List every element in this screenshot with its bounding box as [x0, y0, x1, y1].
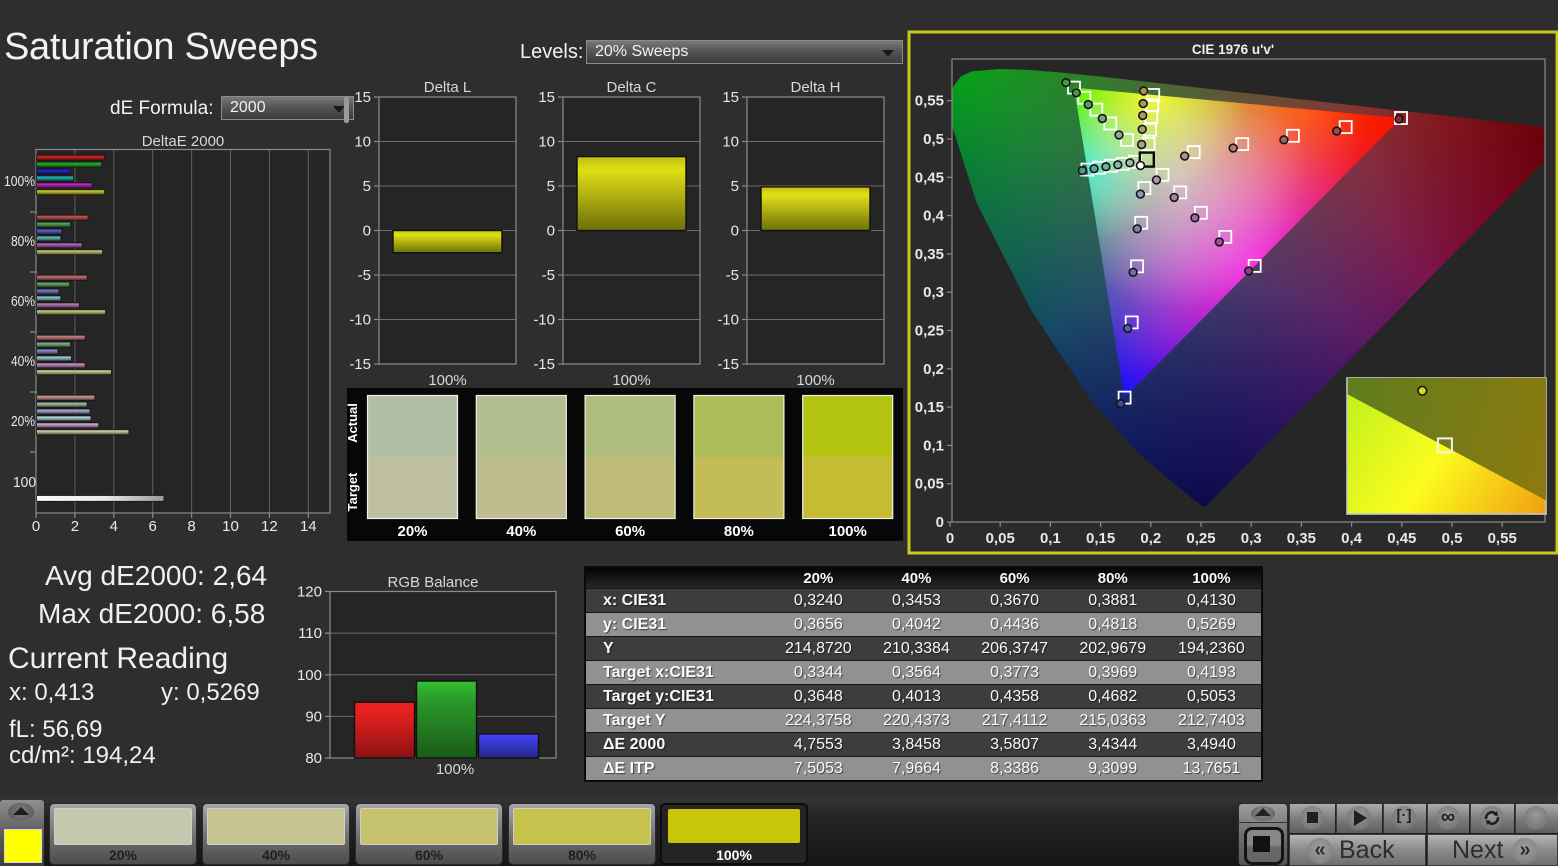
svg-text:0,5: 0,5 — [923, 131, 944, 148]
svg-text:0,5: 0,5 — [1442, 530, 1463, 547]
svg-text:0,35: 0,35 — [1287, 530, 1316, 547]
svg-text:0,05: 0,05 — [986, 530, 1015, 547]
svg-text:0,4: 0,4 — [1341, 530, 1363, 547]
svg-text:0,35: 0,35 — [915, 246, 944, 263]
svg-text:0,25: 0,25 — [915, 323, 944, 340]
svg-text:0,2: 0,2 — [923, 361, 944, 378]
svg-text:0,55: 0,55 — [1488, 530, 1517, 547]
svg-text:0,4: 0,4 — [923, 208, 945, 225]
svg-text:0,55: 0,55 — [915, 93, 944, 110]
svg-text:0,2: 0,2 — [1140, 530, 1161, 547]
svg-text:0,05: 0,05 — [915, 476, 944, 493]
svg-text:0,1: 0,1 — [923, 437, 944, 454]
svg-text:0,45: 0,45 — [1387, 530, 1416, 547]
svg-text:0,15: 0,15 — [915, 399, 944, 416]
svg-text:0,3: 0,3 — [1241, 530, 1262, 547]
svg-text:0: 0 — [936, 514, 944, 531]
svg-text:CIE 1976 u'v': CIE 1976 u'v' — [1192, 42, 1274, 57]
svg-text:0,15: 0,15 — [1086, 530, 1115, 547]
svg-text:0,3: 0,3 — [923, 284, 944, 301]
svg-text:0,25: 0,25 — [1186, 530, 1215, 547]
svg-text:0,45: 0,45 — [915, 169, 944, 186]
svg-text:0,1: 0,1 — [1040, 530, 1061, 547]
svg-text:0: 0 — [946, 530, 954, 547]
